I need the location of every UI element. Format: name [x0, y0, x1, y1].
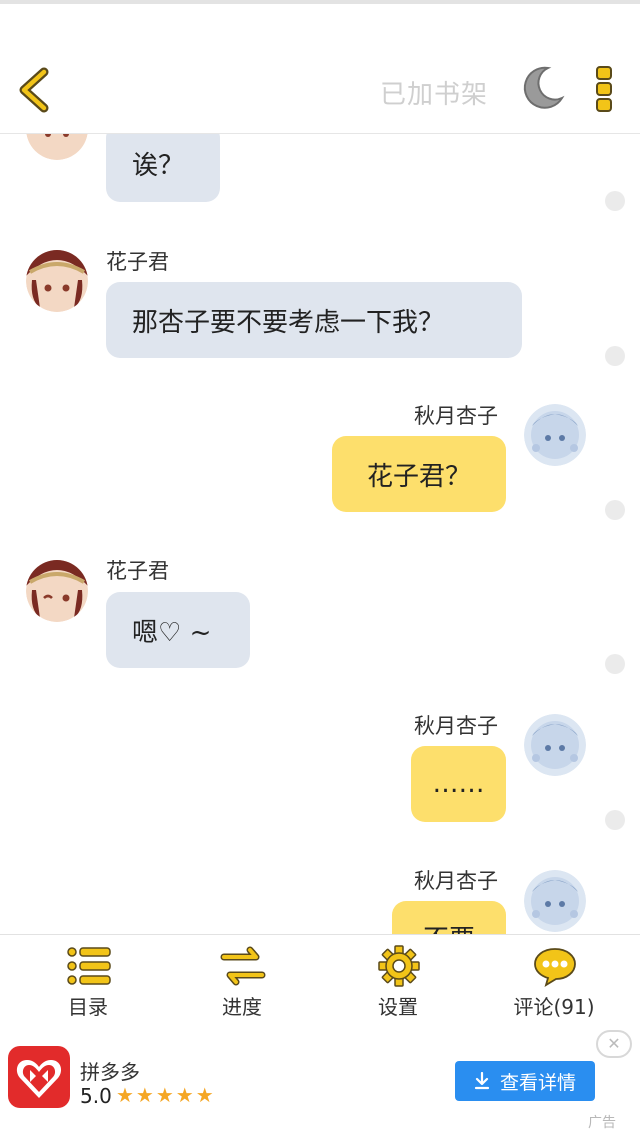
message-bubble[interactable]: 嗯♡ ~	[106, 592, 250, 668]
gear-icon	[378, 945, 420, 987]
nav-label: 目录	[68, 995, 108, 1019]
sender-name: 秋月杏子	[414, 869, 498, 893]
ad-button-label: 查看详情	[499, 1071, 576, 1094]
read-indicator	[605, 346, 625, 366]
message-bubble[interactable]: 诶？	[106, 134, 220, 202]
sender-name: 花子君	[106, 559, 169, 583]
read-indicator	[605, 810, 625, 830]
avatar[interactable]	[524, 870, 586, 932]
nav-comments[interactable]: 评论(91)	[494, 935, 614, 1027]
avatar[interactable]	[26, 560, 88, 622]
read-indicator	[605, 654, 625, 674]
ad-app-name: 拼多多	[80, 1060, 140, 1084]
ad-rating: 5.0	[80, 1084, 112, 1108]
ad-app-logo[interactable]	[8, 1046, 70, 1108]
star-rating-icon: ★★★★★	[116, 1083, 216, 1107]
back-button[interactable]	[14, 66, 54, 114]
list-icon	[67, 947, 111, 985]
moon-icon	[523, 66, 565, 109]
comment-bubble-icon	[534, 948, 576, 987]
ad-view-details-button[interactable]: 查看详情	[455, 1061, 595, 1101]
sender-name: 花子君	[106, 250, 169, 274]
chat-area[interactable]: 诶？ 花子君 那杏子要不要考虑一下我？ 秋月杏子 花子君？ 花子君 嗯♡ ~ 秋…	[0, 134, 640, 934]
added-to-shelf-label[interactable]: 已加书架	[380, 74, 488, 111]
nav-label: 进度	[222, 995, 262, 1019]
night-mode-button[interactable]	[518, 64, 566, 112]
avatar[interactable]	[524, 404, 586, 466]
ad-tag: 广告	[588, 1115, 616, 1131]
bottom-nav: 目录 进度 设置 评论(91)	[0, 934, 640, 1026]
avatar[interactable]	[26, 134, 88, 160]
more-menu-button[interactable]	[594, 64, 616, 114]
sender-name: 秋月杏子	[414, 404, 498, 428]
ad-banner[interactable]: 拼多多 5.0 ★★★★★ 查看详情 ✕ 广告	[0, 1026, 640, 1138]
message-bubble[interactable]: ……	[411, 746, 506, 822]
message-bubble[interactable]: 那杏子要不要考虑一下我？	[106, 282, 522, 358]
read-indicator	[605, 191, 625, 211]
top-bar: 已加书架	[0, 44, 640, 134]
sender-name: 秋月杏子	[414, 714, 498, 738]
avatar[interactable]	[26, 250, 88, 312]
avatar[interactable]	[524, 714, 586, 776]
nav-label: 评论(91)	[513, 995, 595, 1019]
chevron-left-icon	[19, 67, 49, 113]
nav-settings[interactable]: 设置	[338, 935, 458, 1027]
more-vertical-icon	[596, 66, 612, 112]
nav-label: 设置	[378, 995, 418, 1019]
read-indicator	[605, 500, 625, 520]
message-bubble[interactable]: 花子君？	[332, 436, 506, 512]
swap-arrows-icon	[220, 946, 266, 986]
nav-progress[interactable]: 进度	[182, 935, 302, 1027]
nav-catalog[interactable]: 目录	[28, 935, 148, 1027]
download-icon	[474, 1072, 490, 1090]
message-bubble[interactable]: 不要	[392, 901, 506, 934]
ad-close-button[interactable]: ✕	[596, 1030, 632, 1058]
status-bar	[0, 0, 640, 44]
